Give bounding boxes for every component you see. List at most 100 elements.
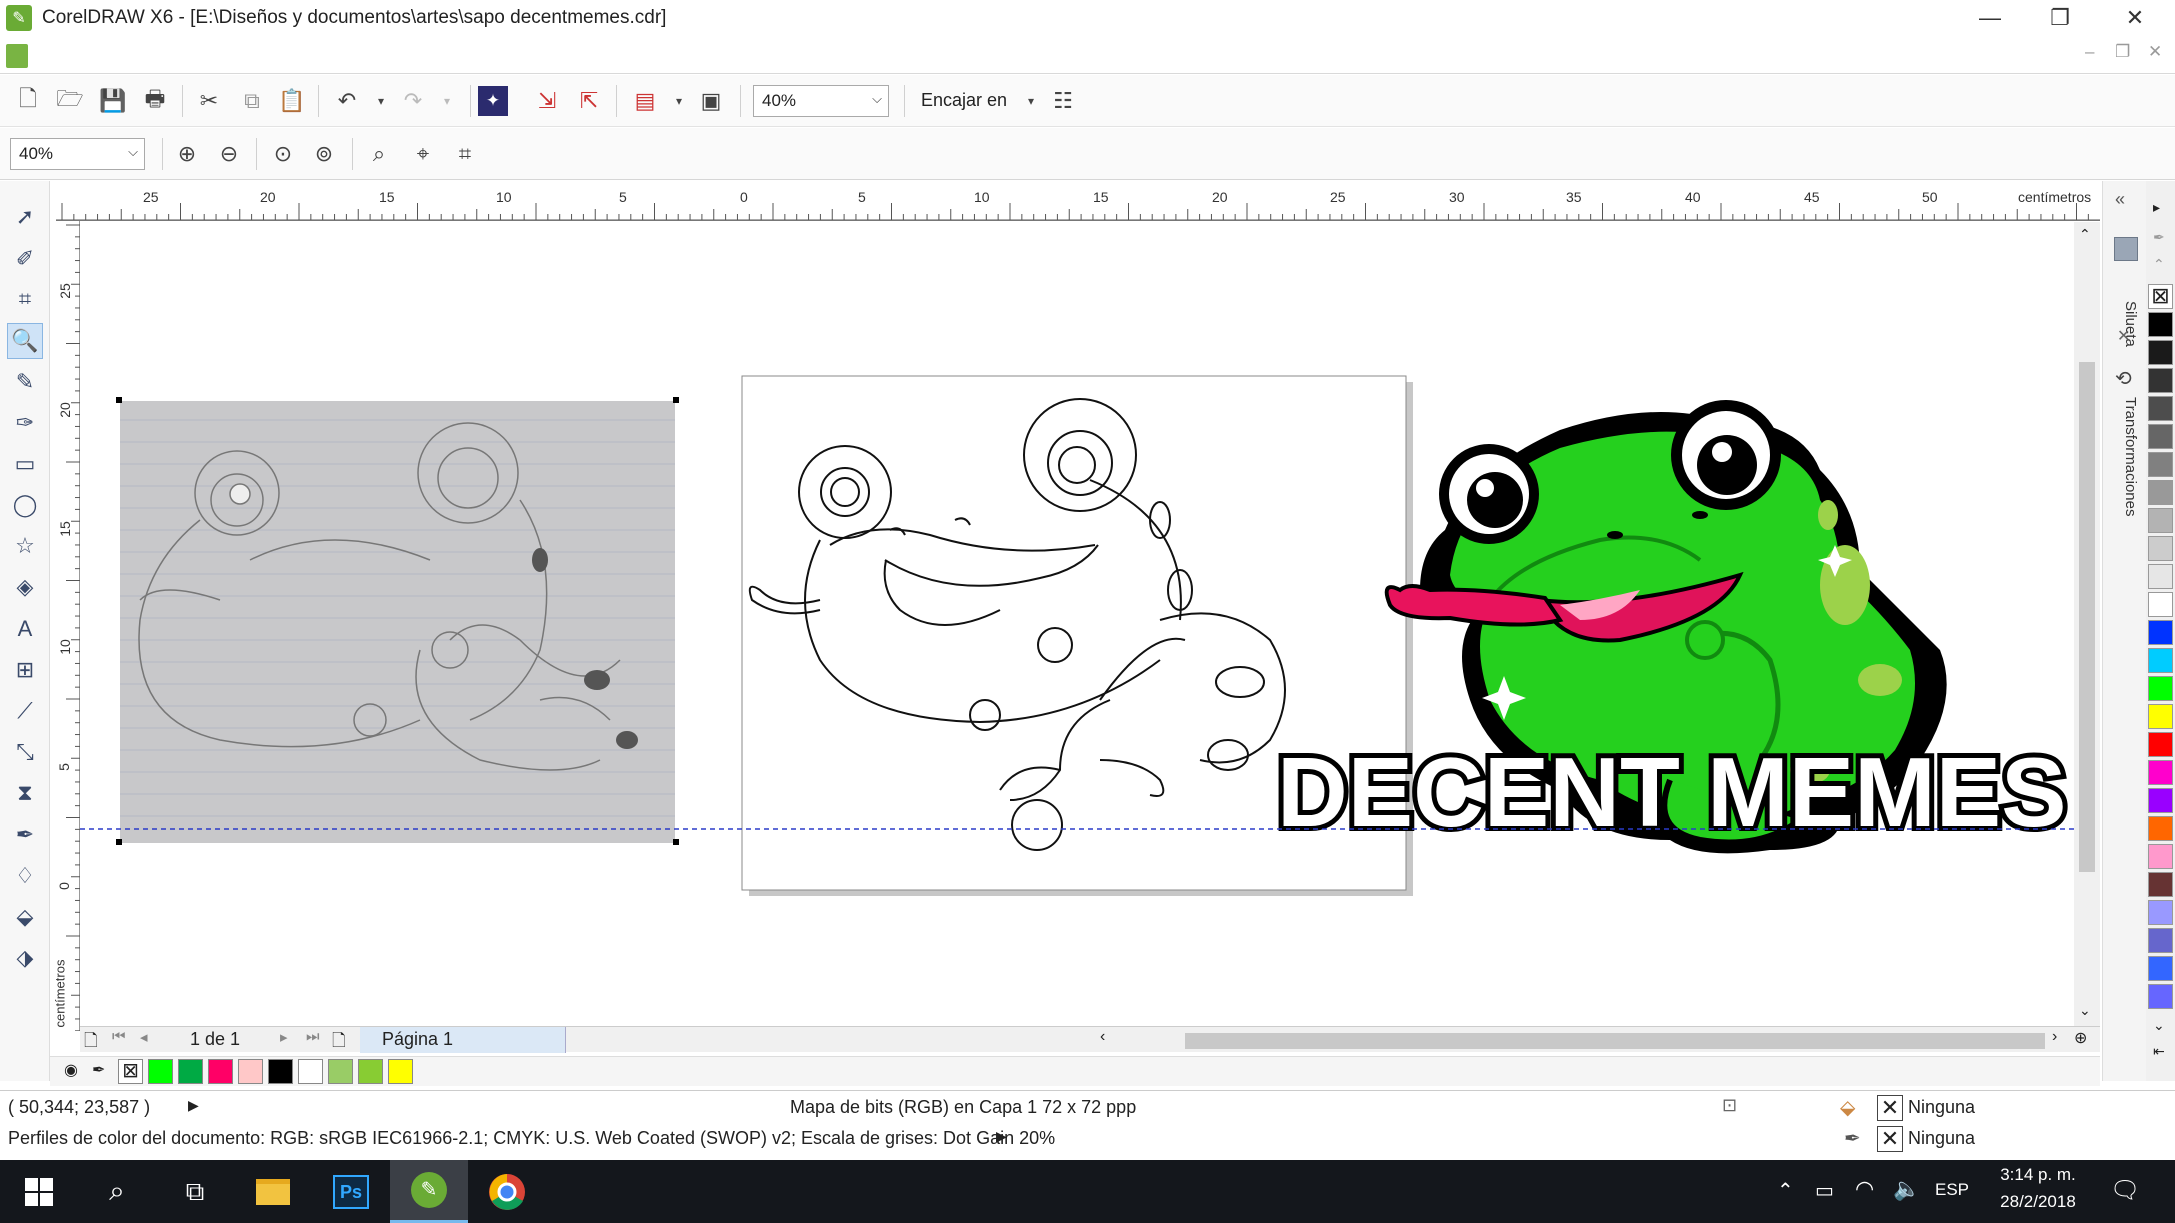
wifi-icon[interactable]: ◠ — [1855, 1176, 1874, 1202]
next-page-icon[interactable]: ▸ — [280, 1028, 288, 1046]
smart-fill-tool-icon[interactable]: ✑ — [7, 405, 43, 441]
options-icon[interactable]: ☷ — [1046, 84, 1080, 118]
task-view-icon[interactable]: ⧉ — [156, 1160, 234, 1223]
restore-icon[interactable]: ❐ — [2025, 0, 2095, 36]
outline-none-icon[interactable]: ✕ — [1877, 1126, 1903, 1152]
doc-color-swatch[interactable] — [388, 1059, 413, 1084]
clock-time[interactable]: 3:14 p. m. — [1993, 1165, 2083, 1185]
doc-palette-eyedropper-icon[interactable]: ✒ — [92, 1060, 105, 1080]
snap-to-label[interactable]: Encajar en — [921, 90, 1007, 111]
color-proofing-icon[interactable]: ⊡ — [1722, 1095, 1737, 1116]
zoom-all-objects-icon[interactable]: ⊚ — [307, 137, 341, 171]
outline-tool-icon[interactable]: ♢ — [7, 858, 43, 894]
polygon-tool-icon[interactable]: ☆ — [7, 528, 43, 564]
ellipse-tool-icon[interactable]: ◯ — [7, 487, 43, 523]
palette-color-swatch[interactable] — [2148, 984, 2173, 1009]
horizontal-ruler[interactable]: 25 20 15 10 5 0 5 10 15 20 25 30 35 40 4… — [56, 181, 2100, 221]
doc-color-swatch[interactable] — [208, 1059, 233, 1084]
palette-color-swatch[interactable] — [2148, 340, 2173, 365]
palette-color-swatch[interactable] — [2148, 396, 2173, 421]
palette-color-swatch[interactable] — [2148, 872, 2173, 897]
new-document-icon[interactable]: 🗋 — [11, 84, 45, 118]
undo-dropdown-icon[interactable]: ▾ — [364, 84, 398, 118]
docker-close-icon[interactable]: ✕ — [2117, 326, 2130, 346]
status-expand-icon[interactable]: ▶ — [188, 1097, 199, 1114]
zoom-page-height-icon[interactable]: ⌗ — [448, 137, 482, 171]
doc-color-swatch[interactable] — [178, 1059, 203, 1084]
show-hidden-icons-icon[interactable]: ⌃ — [1777, 1178, 1794, 1203]
palette-color-swatch[interactable] — [2148, 564, 2173, 589]
snap-dropdown-icon[interactable]: ▾ — [1014, 84, 1048, 118]
scroll-left-icon[interactable]: ‹ — [1100, 1028, 1105, 1046]
launcher-dropdown-icon[interactable]: ▾ — [662, 84, 696, 118]
doc-color-swatch[interactable] — [358, 1059, 383, 1084]
battery-icon[interactable]: ▭ — [1815, 1178, 1834, 1203]
first-page-icon[interactable]: ⏮ — [112, 1028, 126, 1045]
doc-color-swatch[interactable] — [238, 1059, 263, 1084]
palette-color-swatch[interactable] — [2148, 452, 2173, 477]
doc-minimize-icon[interactable]: – — [2085, 42, 2094, 62]
chrome-icon[interactable] — [468, 1160, 546, 1223]
docker-tab-transformaciones[interactable]: Transformaciones — [2122, 397, 2139, 517]
horizontal-scroll-thumb[interactable] — [1185, 1033, 2045, 1049]
shape-tool-icon[interactable]: ✐ — [7, 241, 43, 277]
color-profile-info[interactable]: Perfiles de color del documento: RGB: sR… — [8, 1128, 1055, 1149]
palette-color-swatch[interactable] — [2148, 928, 2173, 953]
connector-tool-icon[interactable]: ⤡ — [7, 734, 43, 770]
drawing-canvas[interactable]: DECENT MEMES — [80, 222, 2080, 1030]
photoshop-icon[interactable]: Ps — [312, 1160, 390, 1223]
last-page-icon[interactable]: ⏭ — [306, 1028, 320, 1045]
scroll-right-icon[interactable]: › — [2052, 1028, 2057, 1046]
doc-color-swatch[interactable] — [328, 1059, 353, 1084]
pick-tool-icon[interactable]: ➚ — [7, 199, 43, 235]
palette-end-icon[interactable]: ⇤ — [2153, 1043, 2165, 1060]
welcome-screen-icon[interactable]: ▣ — [694, 84, 728, 118]
zoom-level-combo-2[interactable]: 40% ⌵ — [10, 138, 145, 170]
add-page-before-icon[interactable]: 🗋 — [84, 1028, 98, 1057]
vertical-scrollbar[interactable]: ⌃ ⌄ — [2074, 222, 2100, 1030]
scroll-up-icon[interactable]: ⌃ — [2079, 226, 2091, 243]
start-button[interactable] — [0, 1160, 78, 1223]
zoom-in-icon[interactable]: ⊕ — [170, 137, 204, 171]
cut-icon[interactable]: ✂ — [192, 84, 226, 118]
palette-color-swatch[interactable] — [2148, 648, 2173, 673]
doc-palette-flyout-icon[interactable]: ◉ — [64, 1060, 78, 1080]
page-tab[interactable]: Página 1 — [360, 1027, 566, 1053]
doc-color-swatch[interactable] — [148, 1059, 173, 1084]
vertical-ruler[interactable]: 25 20 15 10 5 0 centímetros — [52, 221, 80, 1031]
dimension-tool-icon[interactable]: ⟋ — [7, 693, 43, 729]
fill-tool-icon[interactable]: ⬙ — [7, 899, 43, 935]
paste-icon[interactable]: 📋 — [275, 84, 309, 118]
palette-color-swatch[interactable] — [2148, 508, 2173, 533]
basic-shapes-tool-icon[interactable]: ◈ — [7, 569, 43, 605]
palette-color-swatch[interactable] — [2148, 760, 2173, 785]
eyedropper-tool-icon[interactable]: ✒ — [7, 817, 43, 853]
profile-expand-icon[interactable]: ▶ — [996, 1128, 1007, 1145]
outline-pen-icon[interactable]: ✒ — [1844, 1126, 1861, 1151]
palette-flyout-icon[interactable]: ▸ — [2153, 199, 2160, 216]
clock-date[interactable]: 28/2/2018 — [1993, 1192, 2083, 1212]
doc-color-swatch[interactable] — [298, 1059, 323, 1084]
interactive-tool-icon[interactable]: ⧗ — [7, 775, 43, 811]
zoom-navigator-icon[interactable]: ⊕ — [2074, 1028, 2087, 1048]
palette-scroll-up-icon[interactable]: ⌃ — [2153, 256, 2165, 273]
palette-color-swatch[interactable] — [2148, 844, 2173, 869]
palette-color-swatch[interactable] — [2148, 424, 2173, 449]
minimize-icon[interactable]: — — [1955, 0, 2025, 36]
notifications-icon[interactable]: 🗨 — [2110, 1176, 2140, 1205]
palette-color-swatch[interactable] — [2148, 368, 2173, 393]
coreldraw-taskbar-icon[interactable]: ✎ — [390, 1160, 468, 1223]
palette-color-swatch[interactable] — [2148, 592, 2173, 617]
palette-color-swatch[interactable] — [2148, 900, 2173, 925]
export-icon[interactable]: ⇱ — [572, 84, 606, 118]
language-indicator[interactable]: ESP — [1935, 1180, 1969, 1200]
print-icon[interactable]: 🖶 — [138, 84, 172, 118]
search-content-icon[interactable]: ✦ — [478, 86, 508, 116]
copy-icon[interactable]: ⧉ — [235, 84, 269, 118]
doc-restore-icon[interactable]: ❐ — [2115, 42, 2130, 62]
palette-eyedropper-icon[interactable]: ✒ — [2153, 229, 2165, 246]
freehand-tool-icon[interactable]: ✎ — [7, 364, 43, 400]
crop-tool-icon[interactable]: ⌗ — [7, 281, 43, 317]
close-icon[interactable]: ✕ — [2100, 0, 2170, 36]
scroll-down-icon[interactable]: ⌄ — [2079, 1002, 2091, 1019]
